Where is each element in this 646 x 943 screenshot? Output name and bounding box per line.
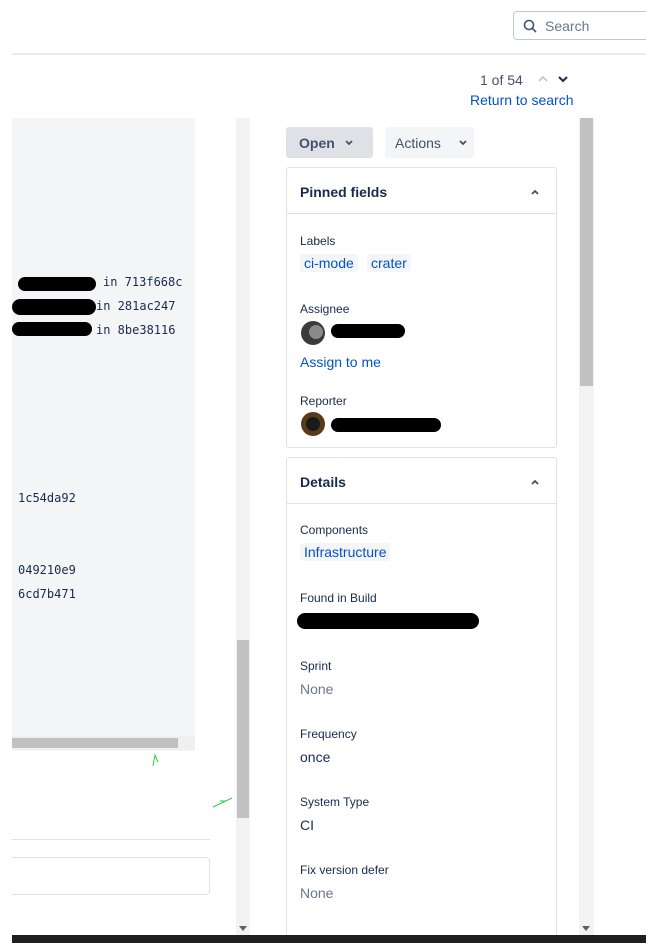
assignee-label: Assignee	[300, 302, 350, 316]
fix-version-label: Fix version defer	[300, 863, 389, 877]
scroll-down-arrow[interactable]	[239, 926, 247, 931]
details-scrollbar-thumb[interactable]	[580, 118, 593, 386]
comments-scrollbar-thumb[interactable]	[237, 640, 249, 818]
sprint-value[interactable]: None	[300, 681, 333, 697]
pinned-fields-header[interactable]: Pinned fields	[287, 168, 556, 214]
avatar[interactable]	[301, 412, 325, 436]
chevron-up-icon[interactable]	[530, 187, 540, 197]
cursor-mark	[212, 797, 233, 808]
return-to-search-link[interactable]: Return to search	[470, 92, 574, 108]
label-tag[interactable]: crater	[367, 254, 411, 272]
divider	[12, 839, 210, 840]
code-line: 049210e9	[18, 563, 76, 577]
pager-count: 1 of 54	[480, 72, 523, 88]
status-label: Open	[299, 135, 335, 151]
scroll-down-arrow[interactable]	[582, 926, 590, 931]
components-label: Components	[300, 523, 369, 537]
code-line: in 8be38116	[96, 323, 176, 337]
comment-input[interactable]	[12, 857, 210, 895]
code-panel: in 713f668c in 281ac247 in 8be38116 1c54…	[12, 118, 195, 751]
horizontal-scrollbar[interactable]	[12, 736, 195, 750]
sprint-label: Sprint	[300, 659, 332, 673]
system-type-value[interactable]: CI	[300, 817, 314, 833]
frequency-value[interactable]: once	[300, 749, 330, 765]
redaction-mark	[12, 299, 96, 315]
redaction-mark	[297, 613, 479, 629]
avatar[interactable]	[301, 321, 325, 345]
chevron-up-icon[interactable]	[536, 72, 550, 86]
actions-button[interactable]: Actions	[385, 127, 474, 158]
chevron-up-icon[interactable]	[530, 477, 540, 487]
label-tag[interactable]: ci-mode	[300, 254, 358, 272]
search-placeholder: Search	[545, 18, 590, 34]
actions-label: Actions	[395, 135, 441, 151]
cursor-mark	[152, 753, 159, 767]
redaction-mark	[331, 418, 441, 432]
frequency-label: Frequency	[300, 727, 357, 741]
chevron-down-icon[interactable]	[556, 72, 570, 86]
panel-title: Details	[300, 474, 346, 490]
details-header[interactable]: Details	[287, 458, 556, 504]
search-icon	[523, 19, 537, 33]
code-line: in 713f668c	[103, 275, 183, 289]
redaction-mark	[18, 277, 96, 291]
panel-title: Pinned fields	[300, 184, 388, 200]
status-button[interactable]: Open	[286, 127, 373, 158]
system-type-label: System Type	[300, 795, 370, 809]
reporter-label: Reporter	[300, 394, 347, 408]
assign-to-me-link[interactable]: Assign to me	[300, 354, 381, 370]
component-tag[interactable]: Infrastructure	[300, 543, 391, 561]
scrollbar-thumb[interactable]	[12, 738, 178, 748]
details-panel: Details Components Infrastructure Found …	[286, 457, 557, 943]
chevron-down-icon	[345, 140, 353, 146]
redaction-mark	[331, 324, 405, 338]
fix-version-value[interactable]: None	[300, 885, 333, 901]
pinned-fields-panel: Pinned fields Labels ci-mode crater Assi…	[286, 167, 557, 448]
found-in-build-label: Found in Build	[300, 591, 377, 605]
code-line: in 281ac247	[96, 299, 176, 313]
chevron-down-icon	[459, 140, 467, 146]
code-line: 1c54da92	[18, 491, 76, 505]
top-divider	[12, 53, 646, 55]
labels-label: Labels	[300, 234, 336, 248]
code-line: 6cd7b471	[18, 587, 76, 601]
redaction-mark	[12, 322, 92, 336]
search-input[interactable]: Search	[513, 11, 646, 40]
bottom-bar	[12, 935, 646, 943]
